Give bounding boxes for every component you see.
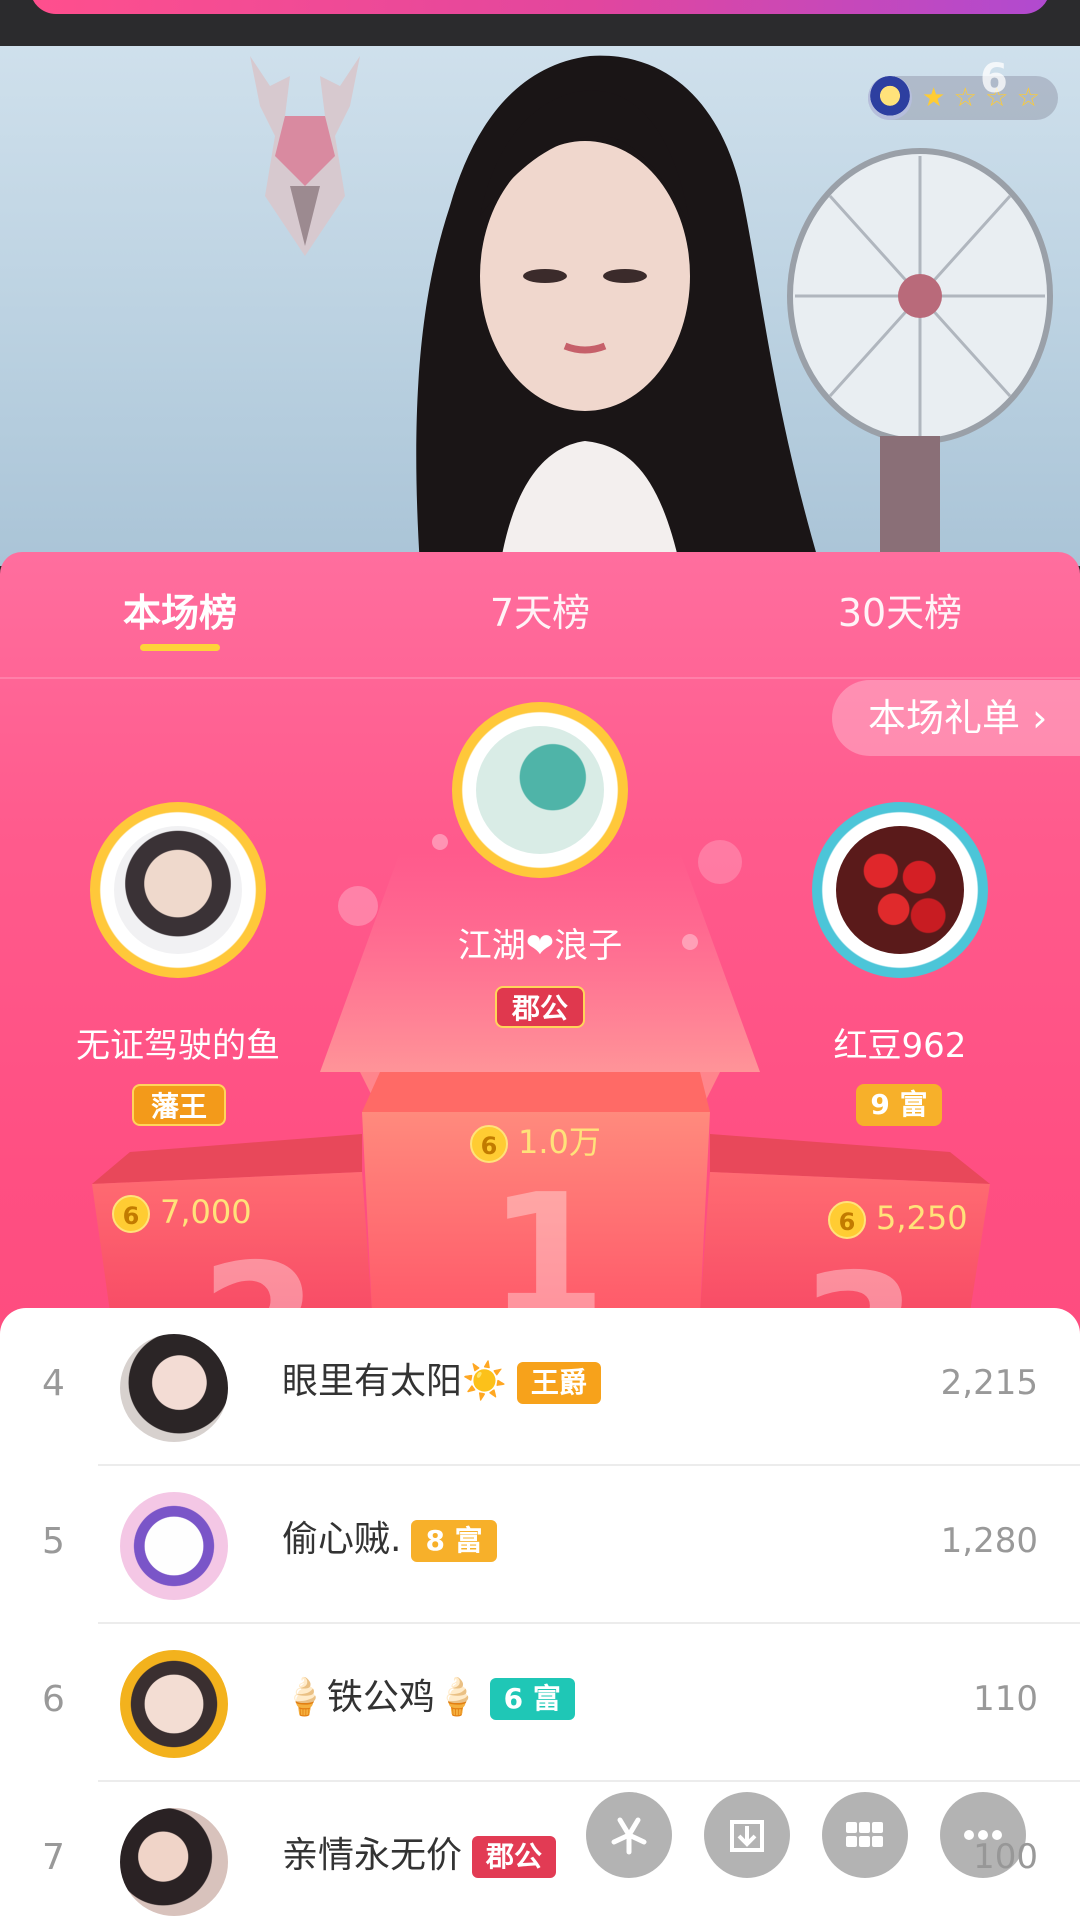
list-item[interactable]: 6 🍦铁公鸡🍦 6 富 110 — [0, 1624, 1080, 1782]
list-rank: 6 — [42, 1679, 65, 1720]
third-place-rank-badge: 9 富 — [856, 1084, 942, 1126]
third-place-avatar[interactable] — [812, 802, 988, 978]
list-score: 110 — [973, 1679, 1038, 1719]
top-banner — [0, 0, 1080, 46]
first-place-name[interactable]: 江湖❤浪子 — [390, 918, 690, 967]
level-medal-icon — [868, 76, 912, 120]
share-icon — [611, 1817, 647, 1855]
list-user: 眼里有太阳☀️ 王爵 — [282, 1358, 601, 1406]
list-item[interactable]: 4 眼里有太阳☀️ 王爵 2,215 — [0, 1308, 1080, 1466]
streamer-silhouette — [416, 55, 820, 566]
coin-icon: 6 — [828, 1201, 866, 1239]
second-place-avatar-image — [114, 826, 242, 954]
rank-badge: 8 富 — [411, 1520, 497, 1562]
third-place-amount: 6 5,250 — [828, 1198, 968, 1239]
list-user: 亲情永无价 郡公 — [282, 1832, 557, 1880]
list-rank: 5 — [42, 1521, 65, 1562]
gift-list-button[interactable]: 本场礼单 › — [832, 680, 1080, 756]
more-button[interactable] — [940, 1792, 1026, 1878]
list-user-name: 偷心贼. — [282, 1519, 402, 1560]
download-button[interactable] — [704, 1792, 790, 1878]
list-rank: 4 — [42, 1363, 65, 1404]
first-place-rank-badge: 郡公 — [495, 986, 585, 1028]
top-pill-banner[interactable] — [30, 0, 1050, 14]
list-rank: 7 — [42, 1837, 65, 1878]
third-place-avatar-image — [836, 826, 964, 954]
first-place-avatar-image — [476, 726, 604, 854]
first-place-avatar[interactable] — [452, 702, 628, 878]
avatar[interactable] — [120, 1492, 228, 1600]
list-user-name: 眼里有太阳☀️ — [282, 1361, 507, 1402]
list-user: 🍦铁公鸡🍦 6 富 — [282, 1674, 575, 1722]
streamer-level-badge[interactable]: ★ ☆ ☆ ☆ — [868, 76, 1058, 120]
list-item[interactable]: 7 亲情永无价郡公 100 — [0, 1782, 1080, 1920]
more-icon — [964, 1830, 1002, 1840]
second-place-name[interactable]: 无证驾驶的鱼 — [28, 1018, 328, 1067]
grid-icon — [846, 1822, 883, 1847]
third-place-name[interactable]: 红豆962 — [750, 1018, 1050, 1067]
avatar[interactable] — [120, 1808, 228, 1916]
grid-button[interactable] — [822, 1792, 908, 1878]
list-item[interactable]: 5 偷心贼. 8 富 1,280 — [0, 1466, 1080, 1624]
download-icon — [730, 1820, 764, 1852]
live-video[interactable]: ★ ☆ ☆ ☆ 6 — [0, 46, 1080, 566]
avatar[interactable] — [120, 1334, 228, 1442]
second-place-amount: 6 7,000 — [112, 1192, 252, 1233]
rank-badge: 王爵 — [516, 1362, 601, 1404]
six-rooms-logo: 6 — [980, 56, 1008, 102]
list-user: 偷心贼. 8 富 — [282, 1516, 497, 1564]
list-user-name: 🍦铁公鸡🍦 — [282, 1677, 480, 1718]
second-place-rank-badge: 藩王 — [132, 1084, 226, 1126]
rank-badge: 6 富 — [489, 1678, 575, 1720]
list-score: 2,215 — [940, 1363, 1038, 1403]
rank-badge: 郡公 — [472, 1836, 557, 1878]
share-button[interactable] — [586, 1792, 672, 1878]
list-user-name: 亲情永无价 — [282, 1835, 463, 1876]
first-place-amount: 6 1.0万 — [470, 1122, 601, 1163]
second-place-avatar[interactable] — [90, 802, 266, 978]
avatar[interactable] — [120, 1650, 228, 1758]
list-score: 1,280 — [940, 1521, 1038, 1561]
ranking-list: 4 眼里有太阳☀️ 王爵 2,215 5 偷心贼. 8 富 1,280 6 🍦铁公鸡… — [0, 1308, 1080, 1920]
coin-icon: 6 — [112, 1195, 150, 1233]
